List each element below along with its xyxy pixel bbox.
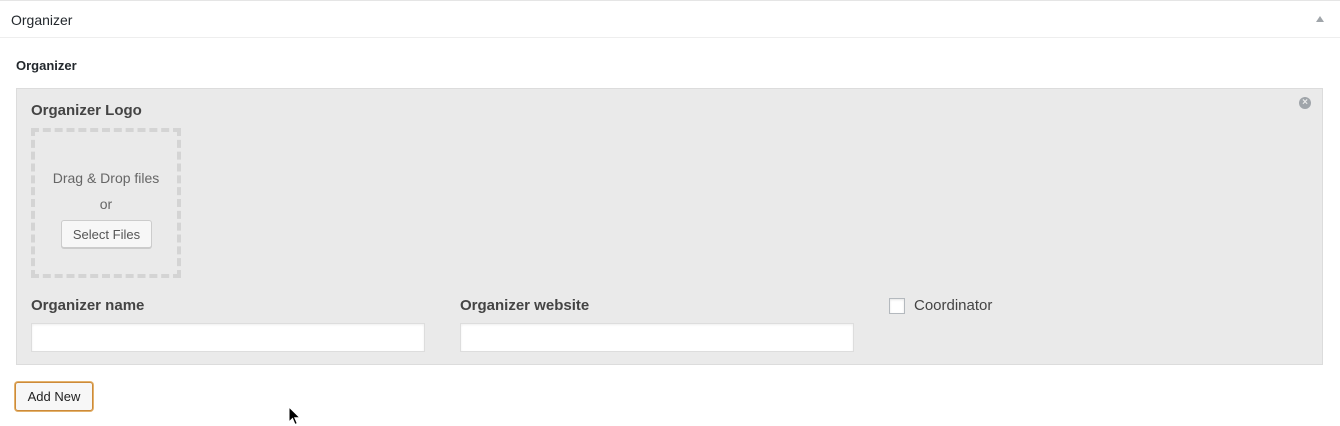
close-circle-icon[interactable]: ×: [1299, 97, 1311, 109]
file-dropzone[interactable]: Drag & Drop files or Select Files: [31, 128, 181, 278]
mouse-cursor-icon: [288, 406, 302, 426]
metabox-header[interactable]: Organizer: [0, 2, 1340, 38]
organizer-website-label: Organizer website: [460, 297, 590, 314]
organizer-website-input[interactable]: [460, 323, 854, 352]
dropzone-or-text: or: [99, 196, 113, 212]
organizer-group: × Organizer Logo Drag & Drop files or Se…: [16, 88, 1323, 365]
organizer-name-label: Organizer name: [31, 297, 145, 314]
dropzone-text: Drag & Drop files: [52, 170, 160, 186]
coordinator-checkbox[interactable]: [889, 298, 905, 314]
coordinator-label[interactable]: Coordinator: [914, 297, 992, 315]
add-new-button[interactable]: Add New: [15, 382, 93, 411]
metabox-title: Organizer: [11, 12, 73, 28]
select-files-button[interactable]: Select Files: [61, 220, 152, 248]
organizer-logo-label: Organizer Logo: [31, 102, 142, 119]
field-label: Organizer: [16, 58, 77, 73]
triangle-up-icon[interactable]: [1316, 16, 1324, 22]
organizer-metabox: Organizer Organizer × Organizer Logo Dra…: [0, 0, 1340, 426]
organizer-name-input[interactable]: [31, 323, 425, 352]
